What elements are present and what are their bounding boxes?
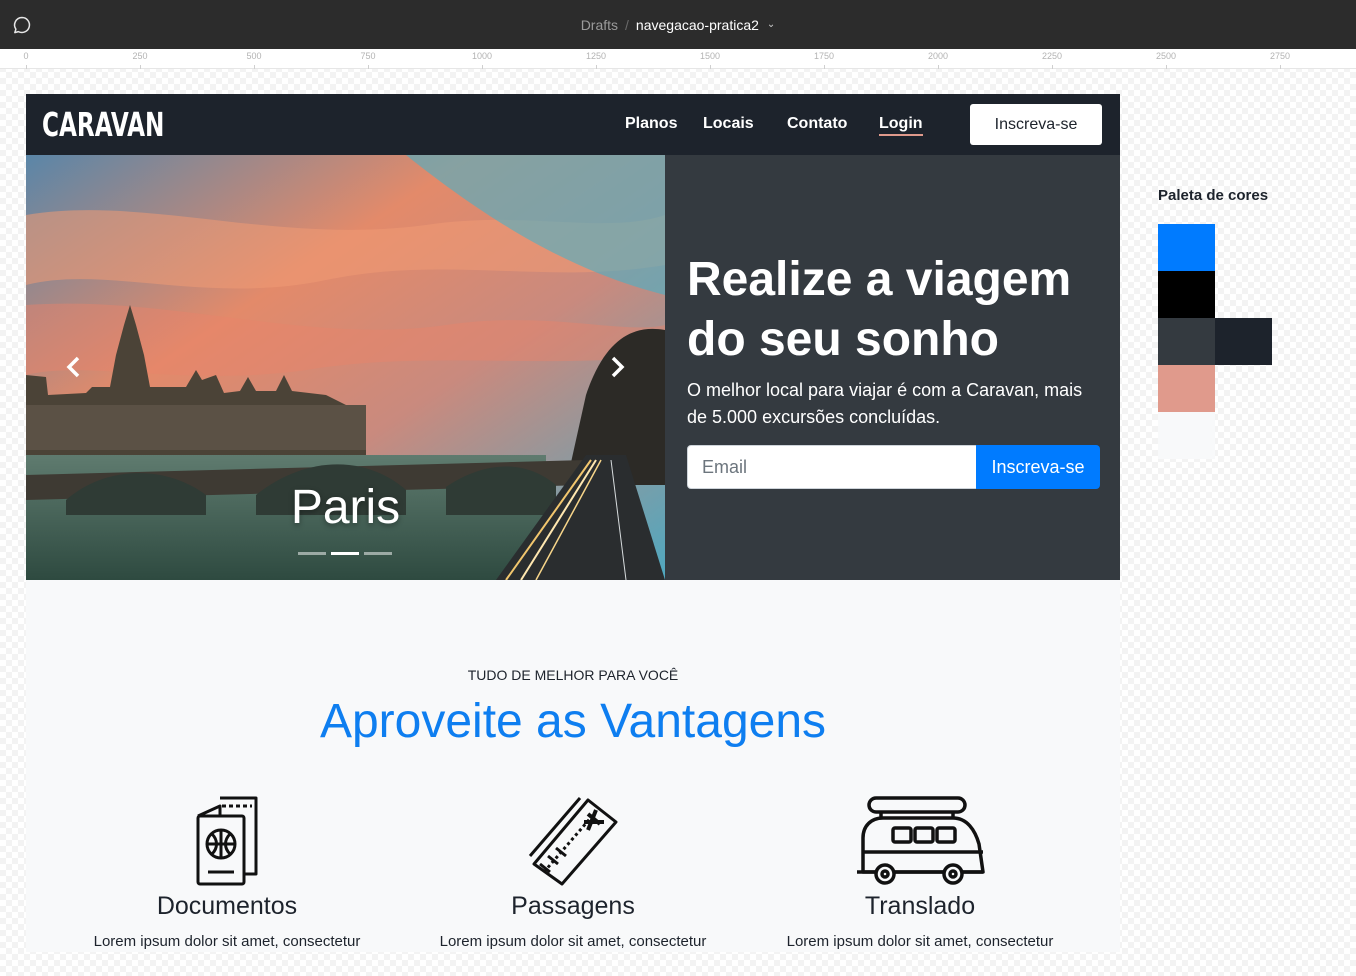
navbar: CARAVAN Planos Locais Contato Login Insc…: [26, 94, 1120, 155]
subscribe-button[interactable]: Inscreva-se: [976, 445, 1100, 489]
breadcrumb-drafts[interactable]: Drafts: [581, 17, 618, 33]
carousel[interactable]: Paris: [26, 155, 665, 580]
horizontal-ruler: 0 250 500 750 1000 1250 1500 1750 2000 2…: [0, 49, 1356, 69]
swatch-salmon[interactable]: [1158, 365, 1215, 412]
feature-title: Translado: [864, 892, 976, 920]
carousel-indicator[interactable]: [298, 552, 326, 555]
ticket-icon: [528, 797, 618, 886]
nav-link-locais[interactable]: Locais: [703, 115, 754, 133]
section-title: Aproveite as Vantagens: [319, 695, 827, 748]
nav-link-login[interactable]: Login: [879, 115, 923, 136]
page-frame[interactable]: CARAVAN Planos Locais Contato Login Insc…: [26, 94, 1120, 952]
feature-text: Lorem ipsum dolor sit amet, consectetur: [93, 933, 361, 950]
passport-icon: [196, 796, 258, 886]
figma-toolbar: Drafts / navegacao-pratica2 ⌄: [0, 0, 1356, 49]
slide-caption: Paris: [290, 481, 401, 534]
swatch-black[interactable]: [1158, 271, 1215, 318]
nav-link-planos[interactable]: Planos: [625, 115, 677, 133]
feature-title: Documentos: [156, 892, 298, 920]
feature-text: Lorem ipsum dolor sit amet, consectetur: [786, 933, 1054, 950]
carousel-indicator[interactable]: [364, 552, 392, 555]
signup-button[interactable]: Inscreva-se: [970, 104, 1102, 145]
comment-icon[interactable]: [12, 15, 32, 35]
swatch-blue[interactable]: [1158, 224, 1215, 271]
swatch-navy[interactable]: [1215, 318, 1272, 365]
nav-link-contato[interactable]: Contato: [787, 115, 847, 133]
carousel-prev-icon[interactable]: [64, 355, 84, 379]
feature-title: Passagens: [511, 892, 635, 920]
hero-text: O melhor local para viajar é com a Carav…: [687, 380, 1083, 427]
palette-title: Paleta de cores: [1158, 187, 1269, 204]
feature-card: Passagens Lorem ipsum dolor sit amet, co…: [408, 794, 738, 950]
swatch-dark-gray[interactable]: [1158, 318, 1215, 365]
feature-card: Documentos Lorem ipsum dolor sit amet, c…: [62, 794, 392, 950]
carousel-indicator-active[interactable]: [331, 552, 359, 555]
swatch-light[interactable]: [1158, 412, 1215, 459]
hero-section: Paris Realize a viagem do seu sonho O me…: [26, 155, 1120, 580]
hero-title: Realize a viagem do seu sonho: [687, 253, 1072, 366]
file-name[interactable]: navegacao-pratica2: [636, 17, 759, 33]
feature-card: Translado Lorem ipsum dolor sit amet, co…: [755, 794, 1085, 950]
email-field[interactable]: [687, 445, 977, 489]
breadcrumb-separator: /: [625, 16, 629, 33]
brand-logo[interactable]: CARAVAN: [42, 105, 164, 144]
carousel-indicators: [298, 552, 392, 555]
chevron-down-icon[interactable]: ⌄: [767, 19, 775, 30]
section-eyebrow: TUDO DE MELHOR PARA VOCÊ: [467, 667, 679, 683]
van-icon: [857, 796, 985, 885]
feature-text: Lorem ipsum dolor sit amet, consectetur: [439, 933, 707, 950]
carousel-next-icon[interactable]: [607, 355, 627, 379]
